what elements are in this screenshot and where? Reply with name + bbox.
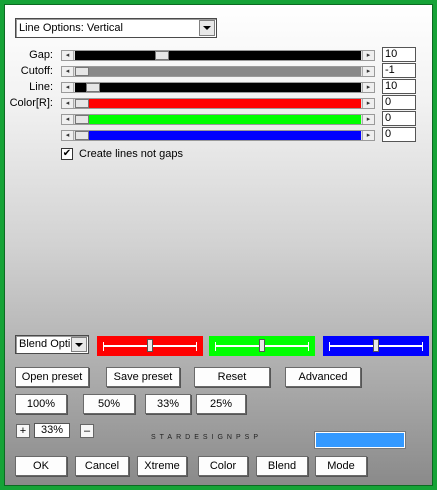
scroll-right-icon[interactable]: ▸ [362,99,374,108]
param-value-field[interactable]: 0 [382,111,416,126]
param-value-field[interactable]: 0 [382,127,416,142]
param-label: Line: [29,81,53,93]
zoom-100-button[interactable]: 100% [15,394,67,414]
param-label: Cutoff: [20,65,53,77]
preset-advanced-button[interactable]: Advanced [285,367,361,387]
scroll-thumb[interactable] [155,51,169,60]
zoom-25-button[interactable]: 25% [196,394,246,414]
scroll-track[interactable] [75,99,361,108]
scroll-track[interactable] [75,115,361,124]
scroll-thumb[interactable] [75,67,89,76]
slider-tick [422,342,423,351]
action-blend-button[interactable]: Blend [256,456,308,476]
scroll-left-icon[interactable]: ◂ [62,131,74,140]
zoom-level-field[interactable]: 33% [34,423,70,438]
slider-tick [329,342,330,351]
param-scrollbar[interactable]: ◂ ▸ [61,130,375,141]
scroll-right-icon[interactable]: ▸ [362,83,374,92]
action-xtreme-button[interactable]: Xtreme [137,456,187,476]
param-label: Color[R]: [9,97,53,109]
create-lines-label: Create lines not gaps [79,148,183,160]
mode-dropdown-value: Line Options: Vertical [19,22,123,34]
track-fill [75,67,361,76]
scroll-right-icon[interactable]: ▸ [362,115,374,124]
param-value-field[interactable]: -1 [382,63,416,78]
chevron-down-icon[interactable] [199,20,215,36]
slider-tick [215,342,216,351]
param-value-field[interactable]: 0 [382,95,416,110]
scroll-thumb[interactable] [75,131,89,140]
track-fill [75,99,361,108]
scroll-left-icon[interactable]: ◂ [62,115,74,124]
scroll-right-icon[interactable]: ▸ [362,67,374,76]
blend-color-slider[interactable] [97,336,203,356]
scroll-track[interactable] [75,51,361,60]
action-ok-button[interactable]: OK [15,456,67,476]
preview-color-swatch [314,431,406,449]
preset-save-preset-button[interactable]: Save preset [106,367,180,387]
blend-options-select[interactable]: Blend Options [15,335,89,354]
scroll-thumb[interactable] [75,115,89,124]
zoom-out-button[interactable]: – [80,424,94,438]
scroll-right-icon[interactable]: ▸ [362,131,374,140]
slider-thumb[interactable] [259,339,265,352]
blend-color-slider[interactable] [209,336,315,356]
param-scrollbar[interactable]: ◂ ▸ [61,82,375,93]
zoom-in-button[interactable]: + [16,424,30,438]
blend-options-value: Blend Options [19,338,70,350]
action-color-button[interactable]: Color [198,456,248,476]
create-lines-checkbox[interactable]: ✔ [61,148,73,160]
action-mode-button[interactable]: Mode [315,456,367,476]
scroll-left-icon[interactable]: ◂ [62,67,74,76]
slider-tick [308,342,309,351]
slider-thumb[interactable] [147,339,153,352]
track-fill [75,83,361,92]
scroll-thumb[interactable] [75,99,89,108]
scroll-left-icon[interactable]: ◂ [62,51,74,60]
param-scrollbar[interactable]: ◂ ▸ [61,50,375,61]
param-value-field[interactable]: 10 [382,47,416,62]
param-value-field[interactable]: 10 [382,79,416,94]
scroll-left-icon[interactable]: ◂ [62,83,74,92]
zoom-33-button[interactable]: 33% [145,394,191,414]
preset-reset-button[interactable]: Reset [194,367,270,387]
track-fill [75,115,361,124]
param-scrollbar[interactable]: ◂ ▸ [61,114,375,125]
track-fill [75,51,361,60]
scroll-right-icon[interactable]: ▸ [362,51,374,60]
mode-dropdown[interactable]: Line Options: Vertical [15,18,217,38]
blend-color-slider[interactable] [323,336,429,356]
chevron-down-icon[interactable] [71,337,87,352]
param-scrollbar[interactable]: ◂ ▸ [61,66,375,77]
scroll-track[interactable] [75,83,361,92]
param-label: Gap: [29,49,53,61]
check-icon: ✔ [62,148,72,159]
scroll-left-icon[interactable]: ◂ [62,99,74,108]
track-fill [75,131,361,140]
action-cancel-button[interactable]: Cancel [75,456,129,476]
slider-tick [103,342,104,351]
scroll-track[interactable] [75,131,361,140]
create-lines-row[interactable]: ✔ Create lines not gaps [61,148,183,160]
slider-tick [196,342,197,351]
scroll-thumb[interactable] [86,83,100,92]
param-scrollbar[interactable]: ◂ ▸ [61,98,375,109]
slider-thumb[interactable] [373,339,379,352]
filter-dialog: Line Options: Vertical Gap: ◂ ▸ 10 Cutoff: ◂ ▸… [4,4,433,486]
preset-open-preset-button[interactable]: Open preset [15,367,89,387]
zoom-50-button[interactable]: 50% [83,394,135,414]
scroll-track[interactable] [75,67,361,76]
brand-text: STARDESIGNPSP [151,434,262,441]
